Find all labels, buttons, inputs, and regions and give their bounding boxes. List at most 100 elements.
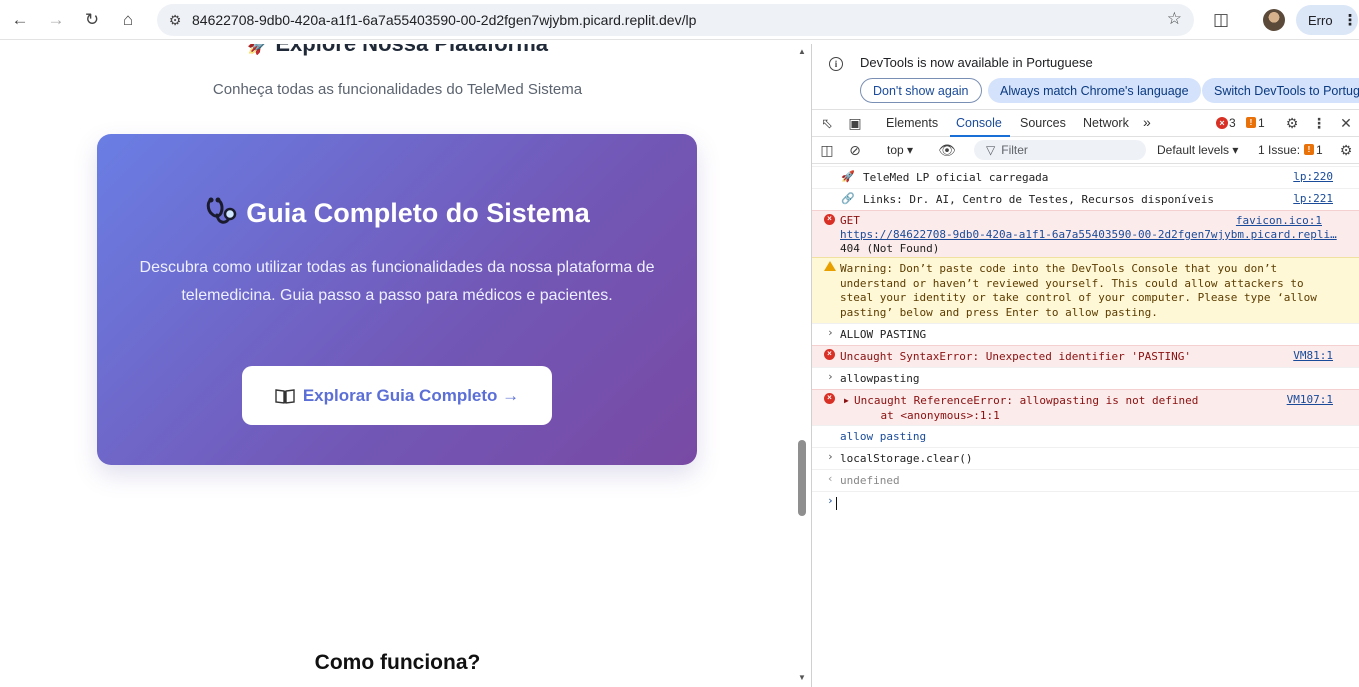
settings-gear-icon[interactable]: ⚙ [1283,114,1301,132]
como-funciona-heading: Como funciona? [314,651,481,674]
log-levels-dropdown[interactable]: Default levels ▾ [1157,143,1238,157]
url-text[interactable]: 84622708-9db0-420a-a1f1-6a7a55403590-00-… [192,12,696,28]
console-prompt[interactable]: › [812,491,1359,513]
result-value: undefined [840,474,900,487]
stethoscope-icon [206,197,237,224]
error-count[interactable]: 3 [1229,116,1236,130]
language-infobar: i DevTools is now available in Portugues… [812,44,1359,109]
log-source-link[interactable]: favicon.ico:1 [1236,214,1322,229]
inspect-element-icon[interactable]: ⬁ [818,114,836,132]
tab-console[interactable]: Console [956,116,1002,130]
get-status: 404 (Not Found) [840,242,940,255]
filter-icon: ▽ [986,143,996,157]
card-heading: Guia Completo do Sistema [97,196,697,229]
live-expression-eye-icon[interactable]: 👁 [938,141,956,159]
devtools-panel: i DevTools is now available in Portugues… [811,44,1359,687]
match-language-button[interactable]: Always match Chrome's language [988,78,1201,103]
log-levels-value: Default levels [1157,143,1230,157]
console-info-row: allow pasting [812,425,1359,447]
console-filter-input[interactable]: ▽ Filter [974,140,1146,160]
log-message: Links: Dr. AI, Centro de Testes, Recurso… [863,193,1214,206]
log-source-link[interactable]: VM81:1 [1293,349,1333,364]
error-message: Uncaught ReferenceError: allowpasting is… [854,394,1199,422]
prompt-chevron-icon: › [827,494,834,507]
filter-placeholder: Filter [1001,143,1028,157]
explore-heading: 🚀 Explore Nossa Plataforma [0,44,795,57]
console-settings-icon[interactable]: ⚙ [1337,141,1355,159]
console-error-row: × Uncaught SyntaxError: Unexpected ident… [812,345,1359,367]
input-command: allow pasting [840,430,927,443]
clear-console-icon[interactable]: ⊘ [846,141,864,159]
reload-icon[interactable]: ↻ [80,8,104,32]
console-log-row: 🚀 TeleMed LP oficial carregada lp:220 [812,166,1359,188]
console-input-row: › allowpasting [812,367,1359,389]
scroll-down-icon[interactable]: ▼ [798,673,806,682]
input-command: localStorage.clear() [840,452,973,465]
devtools-tabbar: ⬁ ▣ Elements Console Sources Network » ×… [812,109,1359,137]
error-menu-button[interactable]: Erro ⋮ [1296,5,1358,35]
context-selector[interactable]: top ▾ [887,143,913,157]
more-tabs-icon[interactable]: » [1143,114,1151,130]
log-message: TeleMed LP oficial carregada [863,171,1049,184]
issue-icon[interactable]: ! [1304,144,1314,155]
input-command: ALLOW PASTING [840,328,927,341]
card-description: Descubra como utilizar todas as funciona… [139,259,655,304]
bookmark-star-icon[interactable]: ☆ [1167,9,1182,29]
card-title: Guia Completo do Sistema [246,198,590,228]
scroll-thumb[interactable] [798,440,806,516]
console-error-row: × GET favicon.ico:1 https://84622708-9db… [812,210,1359,257]
input-chevron-icon: › [827,450,834,463]
tab-elements[interactable]: Elements [886,116,938,130]
get-url-link[interactable]: https://84622708-9db0-420a-a1f1-6a7a5540… [840,228,1337,243]
tab-sources[interactable]: Sources [1020,116,1066,130]
input-chevron-icon: › [827,370,834,383]
console-log-row: 🔗 Links: Dr. AI, Centro de Testes, Recur… [812,188,1359,210]
rocket-icon: 🚀 [246,44,270,55]
warning-message: Warning: Don’t paste code into the DevTo… [840,262,1317,319]
explore-subtitle: Conheça todas as funcionalidades do Tele… [212,81,583,98]
console-toolbar: ◫ ⊘ top ▾ 👁 ▽ Filter Default levels ▾ 1 I… [812,137,1359,164]
expand-triangle-icon[interactable]: ▶ [844,394,849,409]
result-arrow-icon: ‹ [827,472,834,485]
error-count-icon[interactable]: × [1216,117,1228,129]
scroll-up-icon[interactable]: ▲ [798,47,806,56]
log-source-link[interactable]: lp:221 [1293,192,1333,207]
dont-show-again-button[interactable]: Don't show again [860,78,982,103]
log-source-link[interactable]: VM107:1 [1287,393,1333,408]
close-devtools-icon[interactable]: ✕ [1337,114,1355,132]
device-toolbar-icon[interactable]: ▣ [846,114,864,132]
rocket-emoji-icon: 🚀 [841,170,855,183]
issues-count[interactable]: 1 [1316,143,1323,157]
warning-icon [824,261,836,271]
error-icon: × [824,214,835,225]
more-options-icon[interactable]: ⋮ [1310,114,1328,132]
console-warning-row: Warning: Don’t paste code into the DevTo… [812,257,1359,323]
log-source-link[interactable]: lp:220 [1293,170,1333,185]
address-bar[interactable]: ⚙ 84622708-9db0-420a-a1f1-6a7a55403590-0… [157,4,1194,36]
menu-dots-icon: ⋮ [1342,12,1358,29]
book-icon [275,388,295,404]
sidebar-toggle-icon[interactable]: ◫ [818,141,836,159]
browser-toolbar: ← → ↻ ⌂ ⚙ 84622708-9db0-420a-a1f1-6a7a55… [0,0,1359,40]
console-input-row: › ALLOW PASTING [812,323,1359,345]
extensions-icon[interactable]: ◫ [1209,8,1233,32]
input-command: allowpasting [840,372,920,385]
text-cursor [836,497,837,510]
warning-count[interactable]: 1 [1258,116,1265,130]
profile-avatar[interactable] [1263,9,1285,31]
tab-network[interactable]: Network [1083,116,1129,130]
back-icon[interactable]: ← [8,8,32,32]
web-page: 🚀 Explore Nossa Plataforma Conheça todas … [0,44,811,687]
console-error-row: × ▶ Uncaught ReferenceError: allowpastin… [812,389,1359,425]
switch-language-button[interactable]: Switch DevTools to Portugu [1202,78,1359,103]
guide-card: Guia Completo do Sistema Descubra como u… [97,134,697,465]
site-settings-icon[interactable]: ⚙ [166,11,184,29]
explore-guide-button[interactable]: Explorar Guia Completo → [242,366,552,425]
get-label: GET [840,214,860,227]
home-icon[interactable]: ⌂ [116,8,140,32]
console-input-row: › localStorage.clear() [812,447,1359,469]
warning-count-icon[interactable]: ! [1246,117,1256,128]
issues-label[interactable]: 1 Issue: [1258,143,1300,157]
forward-icon[interactable]: → [44,8,68,32]
page-scrollbar[interactable]: ▲ ▼ [795,44,809,687]
